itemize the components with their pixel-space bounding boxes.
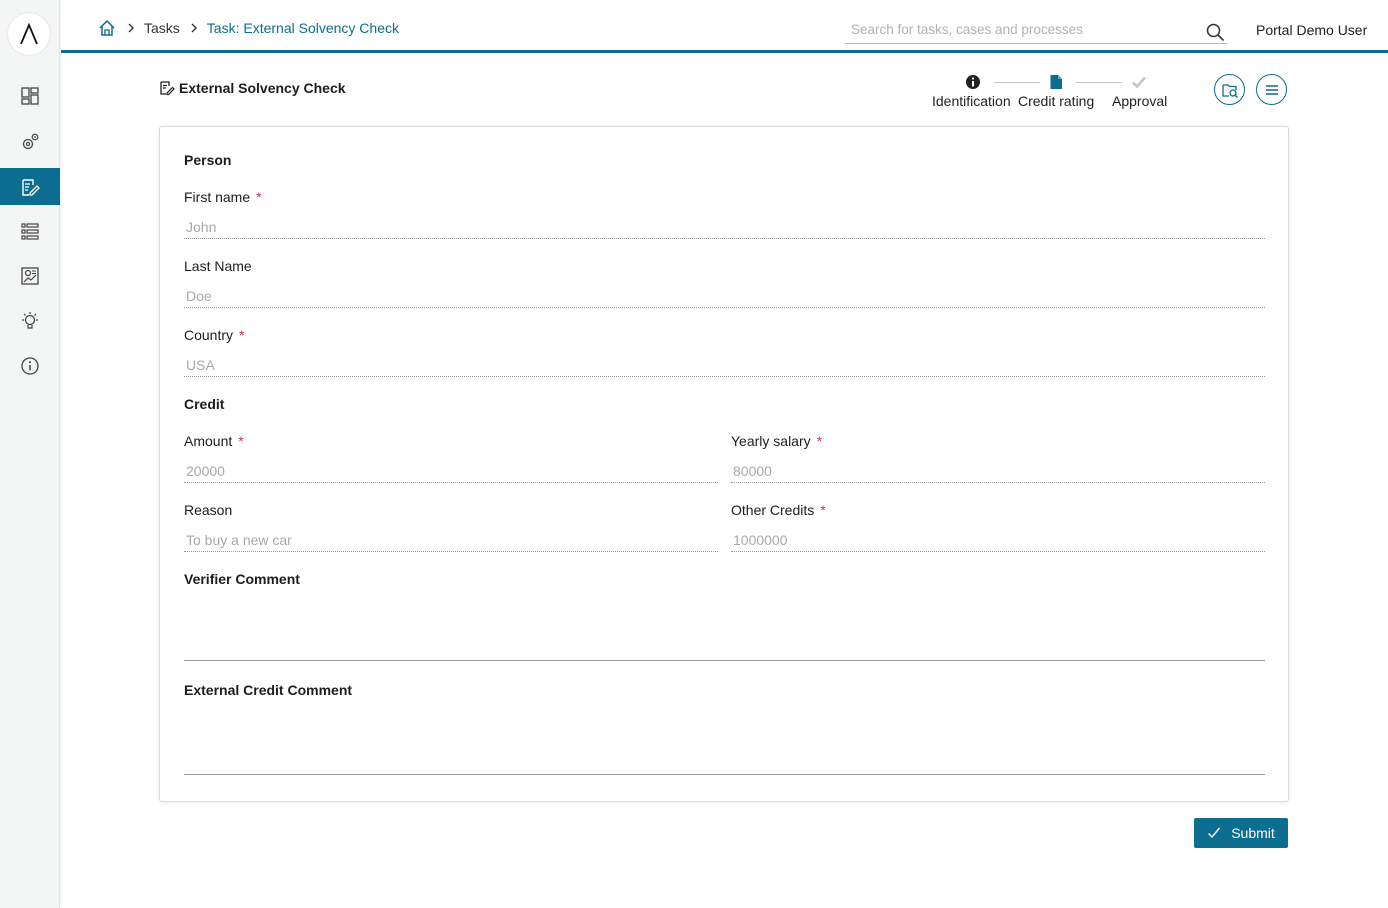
submit-button[interactable]: Submit (1194, 818, 1288, 848)
chevron-right-icon (188, 22, 200, 34)
submit-label: Submit (1231, 825, 1275, 841)
menu-icon (1265, 84, 1278, 95)
sidebar-item-processes[interactable] (0, 123, 60, 160)
breadcrumb-tasks[interactable]: Tasks (144, 20, 180, 36)
actions-menu-button[interactable] (1256, 74, 1287, 105)
check-icon (1208, 827, 1221, 839)
breadcrumb: Tasks Task: External Solvency Check (97, 18, 399, 38)
first-name-label: First name * (184, 189, 262, 205)
page-title: External Solvency Check (159, 80, 346, 96)
search-input[interactable] (851, 22, 1191, 37)
home-icon[interactable] (97, 18, 117, 38)
cases-icon (21, 222, 39, 240)
other-credits-field[interactable]: 1000000 (731, 530, 1265, 552)
required-marker: * (239, 327, 245, 343)
verifier-comment-textarea[interactable] (184, 597, 1265, 661)
chevron-right-icon (125, 22, 137, 34)
step-credit-rating: Credit rating (1018, 93, 1095, 109)
step-connector (1076, 82, 1122, 83)
sidebar-item-cases[interactable] (0, 212, 60, 249)
user-menu[interactable]: Portal Demo User (1256, 22, 1367, 38)
last-name-label: Last Name (184, 258, 252, 274)
document-icon (1050, 75, 1062, 89)
required-marker: * (238, 433, 244, 449)
statistics-icon (21, 266, 39, 285)
task-form-card: Person First name * John Last Name Doe Co… (159, 126, 1289, 802)
page-title-text: External Solvency Check (179, 80, 346, 96)
info-icon (21, 356, 39, 375)
sidebar-item-info[interactable] (0, 347, 60, 384)
verifier-comment-label: Verifier Comment (184, 571, 300, 587)
step-connector (994, 82, 1040, 83)
breadcrumb-current-task[interactable]: Task: External Solvency Check (207, 20, 399, 36)
processes-icon (22, 133, 39, 149)
dashboard-icon (21, 86, 39, 105)
section-credit: Credit (184, 396, 225, 412)
step-identification: Identification (932, 93, 1011, 109)
axon-ivy-logo[interactable] (8, 13, 50, 55)
country-label: Country * (184, 327, 245, 343)
first-name-field[interactable]: John (184, 217, 1265, 239)
required-marker: * (256, 189, 262, 205)
task-icon (160, 81, 175, 96)
amount-label: Amount * (184, 433, 244, 449)
case-details-button[interactable] (1214, 74, 1245, 105)
required-marker: * (816, 433, 823, 449)
step-approval: Approval (1112, 93, 1168, 109)
search-icon[interactable] (1205, 22, 1225, 42)
last-name-field[interactable]: Doe (184, 286, 1265, 308)
country-field[interactable]: USA (184, 355, 1265, 377)
global-search (845, 19, 1227, 44)
reason-field[interactable]: To buy a new car (184, 530, 718, 552)
amount-field[interactable]: 20000 (184, 461, 718, 483)
sidebar-item-tasks[interactable] (0, 168, 60, 205)
other-credits-label: Other Credits * (731, 502, 826, 518)
check-icon (1132, 76, 1146, 89)
process-stepper: Identification Credit rating Approval (920, 74, 1180, 114)
logo-icon (20, 23, 38, 45)
sidebar (0, 0, 60, 908)
external-credit-comment-label: External Credit Comment (184, 682, 353, 698)
top-header: Tasks Task: External Solvency Check Port… (61, 0, 1388, 53)
reason-label: Reason (184, 502, 233, 518)
section-person: Person (184, 152, 232, 168)
required-marker: * (820, 502, 826, 518)
external-credit-comment-textarea[interactable] (184, 709, 1265, 775)
yearly-salary-label: Yearly salary * (731, 433, 823, 449)
info-circle-icon (966, 75, 980, 89)
idea-icon (22, 311, 38, 329)
sidebar-item-statistics[interactable] (0, 257, 60, 294)
yearly-salary-field[interactable]: 80000 (731, 461, 1265, 483)
sidebar-item-dashboard[interactable] (0, 77, 60, 114)
tasks-icon (22, 178, 40, 196)
case-details-icon (1221, 83, 1238, 98)
sidebar-item-ideas[interactable] (0, 302, 60, 339)
